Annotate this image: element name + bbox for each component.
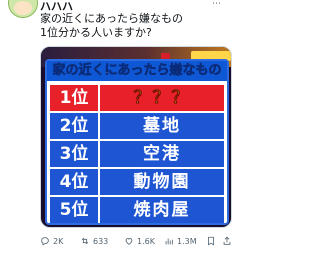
more-options-icon[interactable]: ⋯ bbox=[212, 0, 221, 9]
reply-icon bbox=[41, 237, 49, 246]
avatar-face bbox=[14, 1, 32, 15]
avatar[interactable] bbox=[8, 0, 38, 18]
post-image[interactable]: 家の近くにあったら嫌なもの 1位 ？？？ 2位 墓地 3位 空港 4位 動物園 … bbox=[40, 46, 232, 228]
ranking-row-1: 1位 ？？？ bbox=[50, 85, 224, 111]
ranking-row-5: 5位 焼肉屋 bbox=[50, 197, 224, 223]
post-text-line-1: 家の近くにあったら嫌なもの bbox=[40, 12, 183, 25]
board-title: 家の近くにあったら嫌なもの bbox=[47, 61, 227, 81]
like-count: 1.6K bbox=[137, 236, 155, 246]
reply-button[interactable]: 2K bbox=[40, 236, 63, 246]
repost-count: 633 bbox=[93, 236, 109, 246]
rank-item: ？？？ bbox=[100, 85, 224, 111]
ranking-row-4: 4位 動物園 bbox=[50, 169, 224, 195]
share-icon bbox=[223, 236, 231, 245]
like-icon bbox=[125, 238, 133, 245]
like-button[interactable]: 1.6K bbox=[124, 236, 155, 246]
ranking-list: 1位 ？？？ 2位 墓地 3位 空港 4位 動物園 5位 焼肉屋 bbox=[50, 85, 224, 225]
rank-item: 焼肉屋 bbox=[100, 197, 224, 223]
rank-item: 空港 bbox=[100, 141, 224, 167]
rank-label: 1位 bbox=[50, 85, 98, 111]
share-button[interactable] bbox=[222, 236, 235, 246]
views-button[interactable]: 1.3M bbox=[164, 236, 197, 246]
rank-label: 5位 bbox=[50, 197, 98, 223]
ranking-board: 家の近くにあったら嫌なもの 1位 ？？？ 2位 墓地 3位 空港 4位 動物園 … bbox=[45, 59, 229, 225]
rank-item: 墓地 bbox=[100, 113, 224, 139]
rank-item: 動物園 bbox=[100, 169, 224, 195]
views-icon bbox=[165, 238, 173, 245]
board-title-prefix: 家の近くにあったら bbox=[52, 63, 170, 79]
repost-icon bbox=[81, 237, 89, 245]
reply-count: 2K bbox=[53, 236, 64, 246]
ranking-row-2: 2位 墓地 bbox=[50, 113, 224, 139]
repost-button[interactable]: 633 bbox=[80, 236, 108, 246]
rank-label: 4位 bbox=[50, 169, 98, 195]
ranking-row-3: 3位 空港 bbox=[50, 141, 224, 167]
post-text: 家の近くにあったら嫌なもの 1位分かる人いますか? bbox=[40, 12, 236, 40]
board-title-highlight: 嫌なもの bbox=[169, 63, 222, 79]
bookmark-icon bbox=[208, 236, 214, 246]
bookmark-button[interactable] bbox=[206, 236, 219, 246]
rank-label: 2位 bbox=[50, 113, 98, 139]
post-text-line-2: 1位分かる人いますか? bbox=[40, 26, 152, 39]
action-bar: 2K 633 1.6K 1.3M bbox=[40, 236, 236, 250]
views-count: 1.3M bbox=[177, 236, 197, 246]
rank-label: 3位 bbox=[50, 141, 98, 167]
